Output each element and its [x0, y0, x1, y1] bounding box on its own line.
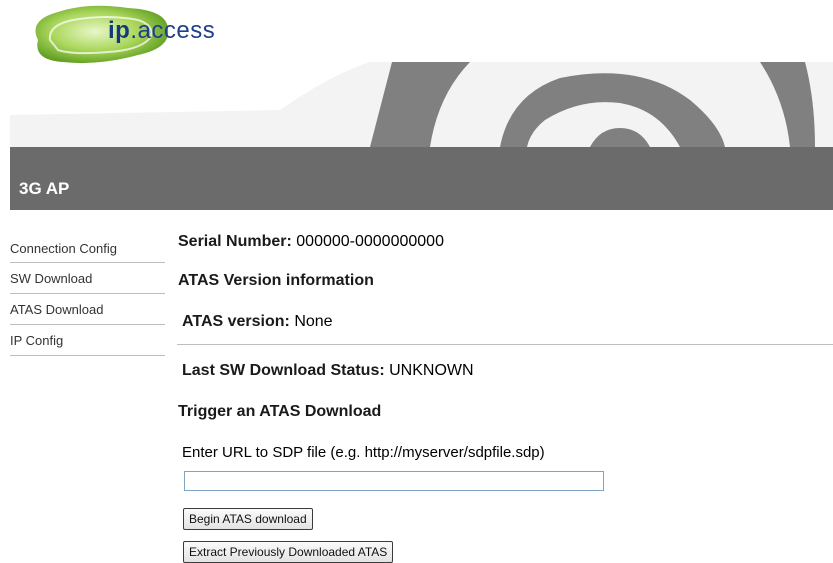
trigger-atas-heading: Trigger an ATAS Download: [178, 403, 382, 420]
sidebar-nav: Connection Config SW Download ATAS Downl…: [10, 233, 165, 356]
serial-number-label: Serial Number:: [178, 233, 292, 250]
title-bar: 3G AP: [10, 147, 833, 210]
last-sw-status-row: Last SW Download Status: UNKNOWN: [182, 362, 474, 380]
section-divider: [177, 344, 833, 345]
last-sw-status-value: UNKNOWN: [389, 362, 474, 379]
atas-version-row: ATAS version: None: [182, 313, 333, 331]
last-sw-status-label: Last SW Download Status:: [182, 362, 385, 379]
extract-atas-button[interactable]: Extract Previously Downloaded ATAS: [183, 541, 394, 563]
atas-version-label: ATAS version:: [182, 313, 290, 330]
sidebar-item-connection-config[interactable]: Connection Config: [10, 233, 165, 263]
logo-ip: ip: [108, 17, 131, 44]
serial-number-row: Serial Number: 000000-0000000000: [178, 233, 444, 251]
ipaccess-logo: ip.access: [18, 0, 218, 70]
page-title: 3G AP: [19, 179, 70, 198]
atas-version-value: None: [294, 313, 333, 330]
logo-text: ip.access: [108, 17, 215, 45]
url-prompt: Enter URL to SDP file (e.g. http://myser…: [182, 444, 545, 461]
sidebar-item-atas-download[interactable]: ATAS Download: [10, 294, 165, 325]
page-header: ip.access: [0, 0, 833, 147]
serial-number-value: 000000-0000000000: [296, 233, 444, 250]
logo-access: access: [137, 17, 216, 44]
sdp-url-input[interactable]: [184, 471, 604, 491]
sidebar-item-ip-config[interactable]: IP Config: [10, 325, 165, 356]
sidebar-item-sw-download[interactable]: SW Download: [10, 263, 165, 294]
atas-version-heading: ATAS Version information: [178, 272, 374, 289]
logo-dot: .: [130, 17, 138, 44]
begin-atas-download-button[interactable]: Begin ATAS download: [183, 508, 313, 530]
